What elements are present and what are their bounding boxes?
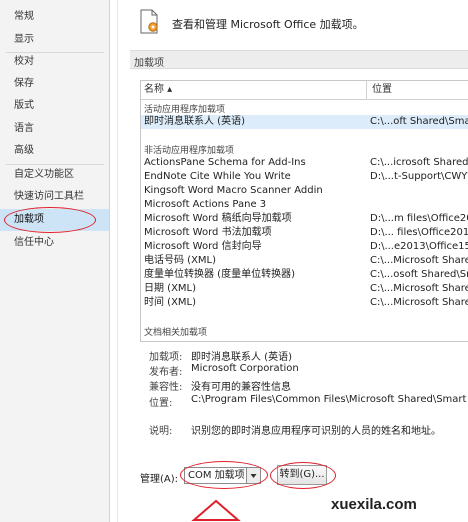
- table-row[interactable]: 度量单位转换器 (度量单位转换器) C:\...osoft Shared\Sm: [141, 268, 468, 282]
- row-name: Microsoft Word 信封向导: [144, 241, 262, 252]
- detail-compat-label: 兼容性:: [149, 382, 183, 393]
- row-name: EndNote Cite While You Write: [144, 171, 291, 182]
- column-header-location[interactable]: 位置: [372, 81, 392, 99]
- row-name: 日期 (XML): [144, 283, 197, 294]
- row-location: D:\...m files\Office201: [370, 213, 468, 224]
- row-name: Microsoft Word 稿纸向导加载项: [144, 213, 292, 224]
- sidebar-item-advanced[interactable]: 高级: [0, 140, 109, 162]
- detail-location-value: C:\Program Files\Common Files\Microsoft …: [191, 394, 468, 405]
- detail-addin-value: 即时消息联系人 (英语): [191, 352, 292, 363]
- sidebar-item-proofing[interactable]: 校对: [0, 51, 109, 73]
- row-location: D:\...t-Support\CWYW: [370, 171, 468, 182]
- row-location: C:\...osoft Shared\Sm: [370, 269, 468, 280]
- row-name: 度量单位转换器 (度量单位转换器): [144, 269, 295, 280]
- row-name: Kingsoft Word Macro Scanner Addin: [144, 185, 323, 196]
- row-location: C:\...oft Shared\Smart: [370, 116, 468, 127]
- table-row[interactable]: 时间 (XML) C:\...Microsoft Shared: [141, 296, 468, 310]
- sidebar-item-customize-ribbon[interactable]: 自定义功能区: [0, 164, 109, 186]
- detail-desc-value: 识别您的即时消息应用程序可识别的人员的姓名和地址。: [191, 426, 441, 437]
- sidebar-item-save[interactable]: 保存: [0, 73, 109, 95]
- row-location: C:\...Microsoft Shared: [370, 255, 468, 266]
- annotation-circle: [270, 462, 336, 489]
- group-document: 文档相关加载项: [144, 328, 208, 338]
- row-location: C:\...icrosoft Shared\: [370, 157, 468, 168]
- table-row[interactable]: ActionsPane Schema for Add-Ins C:\...icro…: [141, 156, 468, 170]
- detail-publisher-value: Microsoft Corporation: [191, 363, 299, 374]
- detail-desc-label: 说明:: [149, 426, 173, 437]
- row-name: 时间 (XML): [144, 297, 197, 308]
- detail-publisher-label: 发布者:: [149, 367, 183, 378]
- watermark: xuexila.com: [331, 496, 417, 513]
- addins-panel: 查看和管理 Microsoft Office 加载项。 加载项 名称 ▴ 位置 …: [117, 0, 468, 522]
- section-header: 加载项: [130, 50, 468, 69]
- annotation-circle: [4, 207, 96, 233]
- sidebar-item-language[interactable]: 语言: [0, 118, 109, 140]
- sidebar-item-display[interactable]: 显示: [0, 29, 109, 51]
- row-location: C:\...Microsoft Shared: [370, 283, 468, 294]
- group-inactive: 非活动应用程序加载项: [144, 146, 235, 156]
- table-row[interactable]: Microsoft Actions Pane 3: [141, 198, 468, 212]
- addin-gear-icon: [140, 9, 158, 34]
- header-divider: [141, 99, 468, 100]
- annotation-triangle-icon: [191, 499, 241, 521]
- row-location: C:\...Microsoft Shared: [370, 297, 468, 308]
- table-row[interactable]: Microsoft Word 稿纸向导加载项 D:\...m files\Offi…: [141, 212, 468, 226]
- detail-addin-label: 加载项:: [149, 352, 183, 363]
- table-row[interactable]: EndNote Cite While You Write D:\...t-Supp…: [141, 170, 468, 184]
- row-name: ActionsPane Schema for Add-Ins: [144, 157, 306, 168]
- row-location: D:\...e2013\Office15\: [370, 241, 468, 252]
- detail-compat-value: 没有可用的兼容性信息: [191, 382, 291, 393]
- sidebar-item-layout[interactable]: 版式: [0, 95, 109, 117]
- addins-list[interactable]: 名称 ▴ 位置 活动应用程序加载项 即时消息联系人 (英语) C:\...oft…: [140, 80, 468, 342]
- manage-label: 管理(A):: [140, 474, 179, 485]
- row-name: Microsoft Word 书法加载项: [144, 227, 272, 238]
- sidebar-item-trust-center[interactable]: 信任中心: [0, 232, 109, 254]
- row-name: 即时消息联系人 (英语): [144, 116, 245, 127]
- table-row[interactable]: 即时消息联系人 (英语) C:\...oft Shared\Smart: [141, 115, 468, 129]
- row-name: Microsoft Actions Pane 3: [144, 199, 267, 210]
- table-row[interactable]: Microsoft Word 书法加载项 D:\... files\Office2…: [141, 226, 468, 240]
- sidebar-item-general[interactable]: 常规: [0, 6, 109, 28]
- row-location: D:\... files\Office2013: [370, 227, 468, 238]
- table-row[interactable]: Microsoft Word 信封向导 D:\...e2013\Office15\: [141, 240, 468, 254]
- sidebar-item-quick-access-toolbar[interactable]: 快速访问工具栏: [0, 186, 109, 208]
- column-header-name[interactable]: 名称 ▴: [144, 81, 172, 99]
- column-divider: [366, 81, 367, 99]
- annotation-circle: [180, 461, 268, 489]
- detail-location-label: 位置:: [149, 398, 173, 409]
- row-name: 电话号码 (XML): [144, 255, 217, 266]
- table-row[interactable]: 电话号码 (XML) C:\...Microsoft Shared: [141, 254, 468, 268]
- page-title: 查看和管理 Microsoft Office 加载项。: [172, 18, 364, 31]
- table-row[interactable]: 日期 (XML) C:\...Microsoft Shared: [141, 282, 468, 296]
- table-row[interactable]: Kingsoft Word Macro Scanner Addin: [141, 184, 468, 198]
- options-sidebar: 常规 显示 校对 保存 版式 语言 高级 自定义功能区 快速访问工具栏 加载项 …: [0, 0, 110, 522]
- group-active: 活动应用程序加载项: [144, 105, 226, 115]
- section-title: 加载项: [134, 58, 164, 69]
